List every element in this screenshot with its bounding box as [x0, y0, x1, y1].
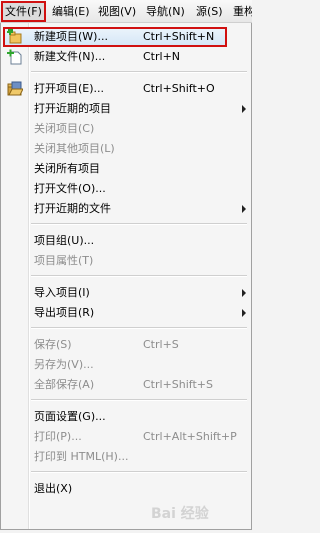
new-project-shortcut: Ctrl+Shift+N: [143, 30, 215, 43]
menu-item-page-setup[interactable]: 页面设置(G)...: [3, 407, 249, 427]
menu-edit[interactable]: 编辑(E): [50, 4, 92, 19]
menu-item-import-project[interactable]: 导入项目(I): [3, 283, 249, 303]
export-project-label: 导出项目(R): [34, 306, 95, 319]
submenu-arrow-icon: [242, 205, 246, 213]
separator: [31, 275, 247, 277]
print-to-html-label: 打印到 HTML(H)...: [34, 450, 129, 463]
menu-item-open-recent-file[interactable]: 打开近期的文件: [3, 199, 249, 219]
menu-item-print-to-html[interactable]: 打印到 HTML(H)...: [3, 447, 249, 467]
save-all-shortcut: Ctrl+Shift+S: [143, 378, 213, 391]
menu-item-close-all-projects[interactable]: 关闭所有项目: [3, 159, 249, 179]
menu-view[interactable]: 视图(V): [96, 4, 138, 19]
menu-item-save-all[interactable]: 全部保存(A) Ctrl+Shift+S: [3, 375, 249, 395]
new-project-label: 新建项目(W)...: [34, 30, 108, 43]
separator: [31, 223, 247, 225]
menu-refactor[interactable]: 重构: [231, 4, 252, 19]
menu-item-new-project[interactable]: 新建项目(W)... Ctrl+Shift+N: [3, 27, 227, 47]
page-setup-label: 页面设置(G)...: [34, 410, 106, 423]
import-project-label: 导入项目(I): [34, 286, 90, 299]
open-file-label: 打开文件(O)...: [34, 182, 106, 195]
menu-item-save-as[interactable]: 另存为(V)...: [3, 355, 249, 375]
menu-item-open-file[interactable]: 打开文件(O)...: [3, 179, 249, 199]
close-other-projects-label: 关闭其他项目(L): [34, 142, 115, 155]
open-project-icon: [7, 81, 23, 96]
menu-item-exit[interactable]: 退出(X): [3, 479, 249, 499]
exit-label: 退出(X): [34, 482, 73, 495]
submenu-arrow-icon: [242, 105, 246, 113]
menu-file[interactable]: 文件(F): [1, 1, 46, 22]
new-file-shortcut: Ctrl+N: [143, 50, 181, 63]
menu-item-open-recent-project[interactable]: 打开近期的项目: [3, 99, 249, 119]
print-label: 打印(P)...: [34, 430, 82, 443]
save-all-label: 全部保存(A): [34, 378, 95, 391]
new-project-icon: [7, 29, 22, 44]
menu-item-project-group[interactable]: 项目组(U)...: [3, 231, 249, 251]
project-properties-label: 项目属性(T): [34, 254, 94, 267]
save-as-label: 另存为(V)...: [34, 358, 94, 371]
open-recent-file-label: 打开近期的文件: [34, 202, 111, 215]
new-file-icon: [7, 49, 22, 65]
new-file-label: 新建文件(N)...: [34, 50, 106, 63]
menu-item-new-file[interactable]: 新建文件(N)... Ctrl+N: [3, 47, 249, 67]
project-group-label: 项目组(U)...: [34, 234, 95, 247]
save-shortcut: Ctrl+S: [143, 338, 179, 351]
menu-item-close-other-projects[interactable]: 关闭其他项目(L): [3, 139, 249, 159]
menu-item-open-project[interactable]: 打开项目(E)... Ctrl+Shift+O: [3, 79, 249, 99]
open-recent-project-label: 打开近期的项目: [34, 102, 111, 115]
submenu-arrow-icon: [242, 289, 246, 297]
menu-item-print[interactable]: 打印(P)... Ctrl+Alt+Shift+P: [3, 427, 249, 447]
close-project-label: 关闭项目(C): [34, 122, 95, 135]
open-project-shortcut: Ctrl+Shift+O: [143, 82, 215, 95]
menu-navigate[interactable]: 导航(N): [144, 4, 187, 19]
close-all-projects-label: 关闭所有项目: [34, 162, 100, 175]
open-project-label: 打开项目(E)...: [34, 82, 105, 95]
menu-source[interactable]: 源(S): [194, 4, 225, 19]
separator: [31, 399, 247, 401]
menu-item-project-properties[interactable]: 项目属性(T): [3, 251, 249, 271]
file-menu-dropdown: 新建项目(W)... Ctrl+Shift+N 新建文件(N)... Ctrl+…: [0, 23, 252, 530]
submenu-arrow-icon: [242, 309, 246, 317]
menu-item-save[interactable]: 保存(S) Ctrl+S: [3, 335, 249, 355]
menu-item-close-project[interactable]: 关闭项目(C): [3, 119, 249, 139]
separator: [31, 71, 247, 73]
separator: [31, 327, 247, 329]
menu-item-export-project[interactable]: 导出项目(R): [3, 303, 249, 323]
save-label: 保存(S): [34, 338, 72, 351]
print-shortcut: Ctrl+Alt+Shift+P: [143, 430, 237, 443]
menu-bar: 文件(F) 编辑(E) 视图(V) 导航(N) 源(S) 重构: [0, 0, 252, 23]
separator: [31, 471, 247, 473]
